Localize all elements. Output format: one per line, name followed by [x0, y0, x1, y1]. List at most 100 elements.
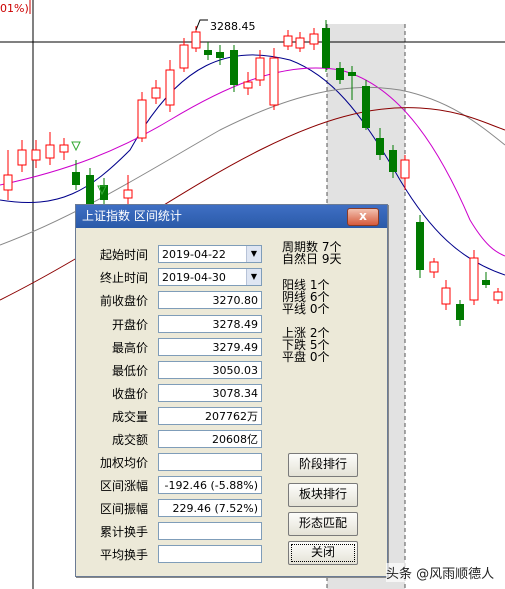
field-label: 前收盘价 [99, 294, 148, 308]
field-label: 开盘价 [111, 318, 148, 332]
field-row: 前收盘价 3270.80 [76, 291, 276, 311]
candle-body-up [295, 37, 305, 49]
candle-body-down [230, 50, 238, 85]
chevron-down-icon[interactable]: ▼ [246, 269, 261, 285]
candle-body-down [216, 52, 224, 58]
candle-body-up [31, 149, 41, 161]
field-value: -192.46 (-5.88%) [158, 476, 262, 494]
date-select[interactable]: 2019-04-22 ▼ [158, 245, 262, 263]
candle-body-down [86, 175, 94, 205]
stat-flat: 平盘 0个 [282, 350, 330, 364]
dialog-titlebar[interactable]: 上证指数 区间统计 x [76, 205, 387, 228]
sector-rank-button[interactable]: 板块排行 [288, 483, 358, 507]
field-row: 最低价 3050.03 [76, 361, 276, 381]
candle-body-up [255, 57, 265, 81]
field-label: 区间涨幅 [99, 479, 148, 493]
field-value: 207762万 [158, 407, 262, 425]
range-stats-dialog: 上证指数 区间统计 x 起始时间 2019-04-22 ▼ 终止时间 2019-04-3… [75, 204, 388, 577]
watermark: 头条 @风雨顺德人 [386, 563, 495, 582]
field-value: 3050.03 [158, 361, 262, 379]
close-button[interactable]: 关闭 [288, 541, 358, 565]
candle-body-up [137, 99, 147, 139]
chevron-down-icon[interactable]: ▼ [246, 246, 261, 262]
field-label: 平均换手 [99, 548, 148, 562]
field-label: 加权均价 [99, 456, 148, 470]
field-label: 起始时间 [99, 248, 148, 262]
candle-body-down [322, 28, 330, 68]
percent-label: 01%) [0, 2, 29, 15]
candle-body-up [17, 149, 27, 166]
candle-body-down [456, 304, 464, 320]
close-icon[interactable]: x [347, 208, 379, 226]
candle-body-down [72, 172, 80, 185]
field-row: 平均换手 [76, 545, 276, 565]
field-value [158, 453, 262, 471]
field-row: 终止时间 2019-04-30 ▼ [76, 268, 276, 288]
stage-rank-button[interactable]: 阶段排行 [288, 453, 358, 477]
field-value-text: 3278.49 [212, 318, 259, 331]
candle-body-up [59, 144, 69, 153]
field-value: 3279.49 [158, 338, 262, 356]
field-value-text: 2019-04-30 [162, 271, 226, 284]
dialog-title: 上证指数 区间统计 [82, 209, 182, 223]
candle-body-up [441, 287, 451, 305]
field-label: 区间振幅 [99, 502, 148, 516]
field-row: 成交额 20608亿 [76, 430, 276, 450]
candle-body-down [336, 68, 344, 80]
field-value-text: 20608亿 [212, 433, 258, 446]
field-row: 累计换手 [76, 522, 276, 542]
buy-arrow-icon [71, 141, 81, 152]
candle-body-up [123, 189, 133, 199]
field-value-text: 3050.03 [212, 364, 259, 377]
candle-body-up [309, 33, 319, 45]
high-price-pointer [195, 19, 208, 31]
field-label: 最低价 [111, 364, 148, 378]
field-value-text: 207762万 [205, 410, 258, 423]
field-row: 开盘价 3278.49 [76, 315, 276, 335]
field-value: 3278.49 [158, 315, 262, 333]
field-row: 加权均价 [76, 453, 276, 473]
field-row: 成交量 207762万 [76, 407, 276, 427]
candle-body-up [493, 291, 503, 301]
candle-body-down [348, 72, 356, 76]
candle-body-up [191, 31, 201, 49]
field-label: 终止时间 [99, 271, 148, 285]
candle-body-up [269, 57, 279, 106]
candle-body-down [482, 280, 490, 285]
field-value: 20608亿 [158, 430, 262, 448]
date-select[interactable]: 2019-04-30 ▼ [158, 268, 262, 286]
field-label: 成交量 [111, 410, 148, 424]
candle-body-up [179, 44, 189, 69]
field-row: 区间涨幅 -192.46 (-5.88%) [76, 476, 276, 496]
stat-flat-candles: 平线 0个 [282, 302, 330, 316]
candle-body-down [362, 86, 370, 128]
field-row: 最高价 3279.49 [76, 338, 276, 358]
field-value [158, 545, 262, 563]
field-value-text: 2019-04-22 [162, 248, 226, 261]
pattern-match-button[interactable]: 形态匹配 [288, 512, 358, 536]
high-price-label: 3288.45 [210, 20, 256, 33]
candle-body-up [3, 174, 13, 191]
field-value: 3078.34 [158, 384, 262, 402]
field-row: 收盘价 3078.34 [76, 384, 276, 404]
field-label: 成交额 [111, 433, 148, 447]
field-label: 最高价 [111, 341, 148, 355]
field-value-text: 229.46 (7.52%) [172, 502, 258, 515]
field-value-text: 3270.80 [212, 294, 259, 307]
candle-body-up [469, 257, 479, 301]
candle-body-up [400, 159, 410, 179]
candle-body-up [429, 261, 439, 273]
field-label: 收盘价 [111, 387, 148, 401]
candle-body-up [165, 69, 175, 106]
field-value-text: 3078.34 [212, 387, 259, 400]
stat-natural-days: 自然日 9天 [282, 252, 342, 266]
candle-body-up [283, 35, 293, 47]
field-row: 区间振幅 229.46 (7.52%) [76, 499, 276, 519]
candle-body-up [45, 144, 55, 159]
candle-body-down [204, 50, 212, 55]
field-value [158, 522, 262, 540]
field-value-text: -192.46 (-5.88%) [164, 479, 258, 492]
field-label: 累计换手 [99, 525, 148, 539]
candle-body-down [416, 222, 424, 270]
field-row: 起始时间 2019-04-22 ▼ [76, 245, 276, 265]
